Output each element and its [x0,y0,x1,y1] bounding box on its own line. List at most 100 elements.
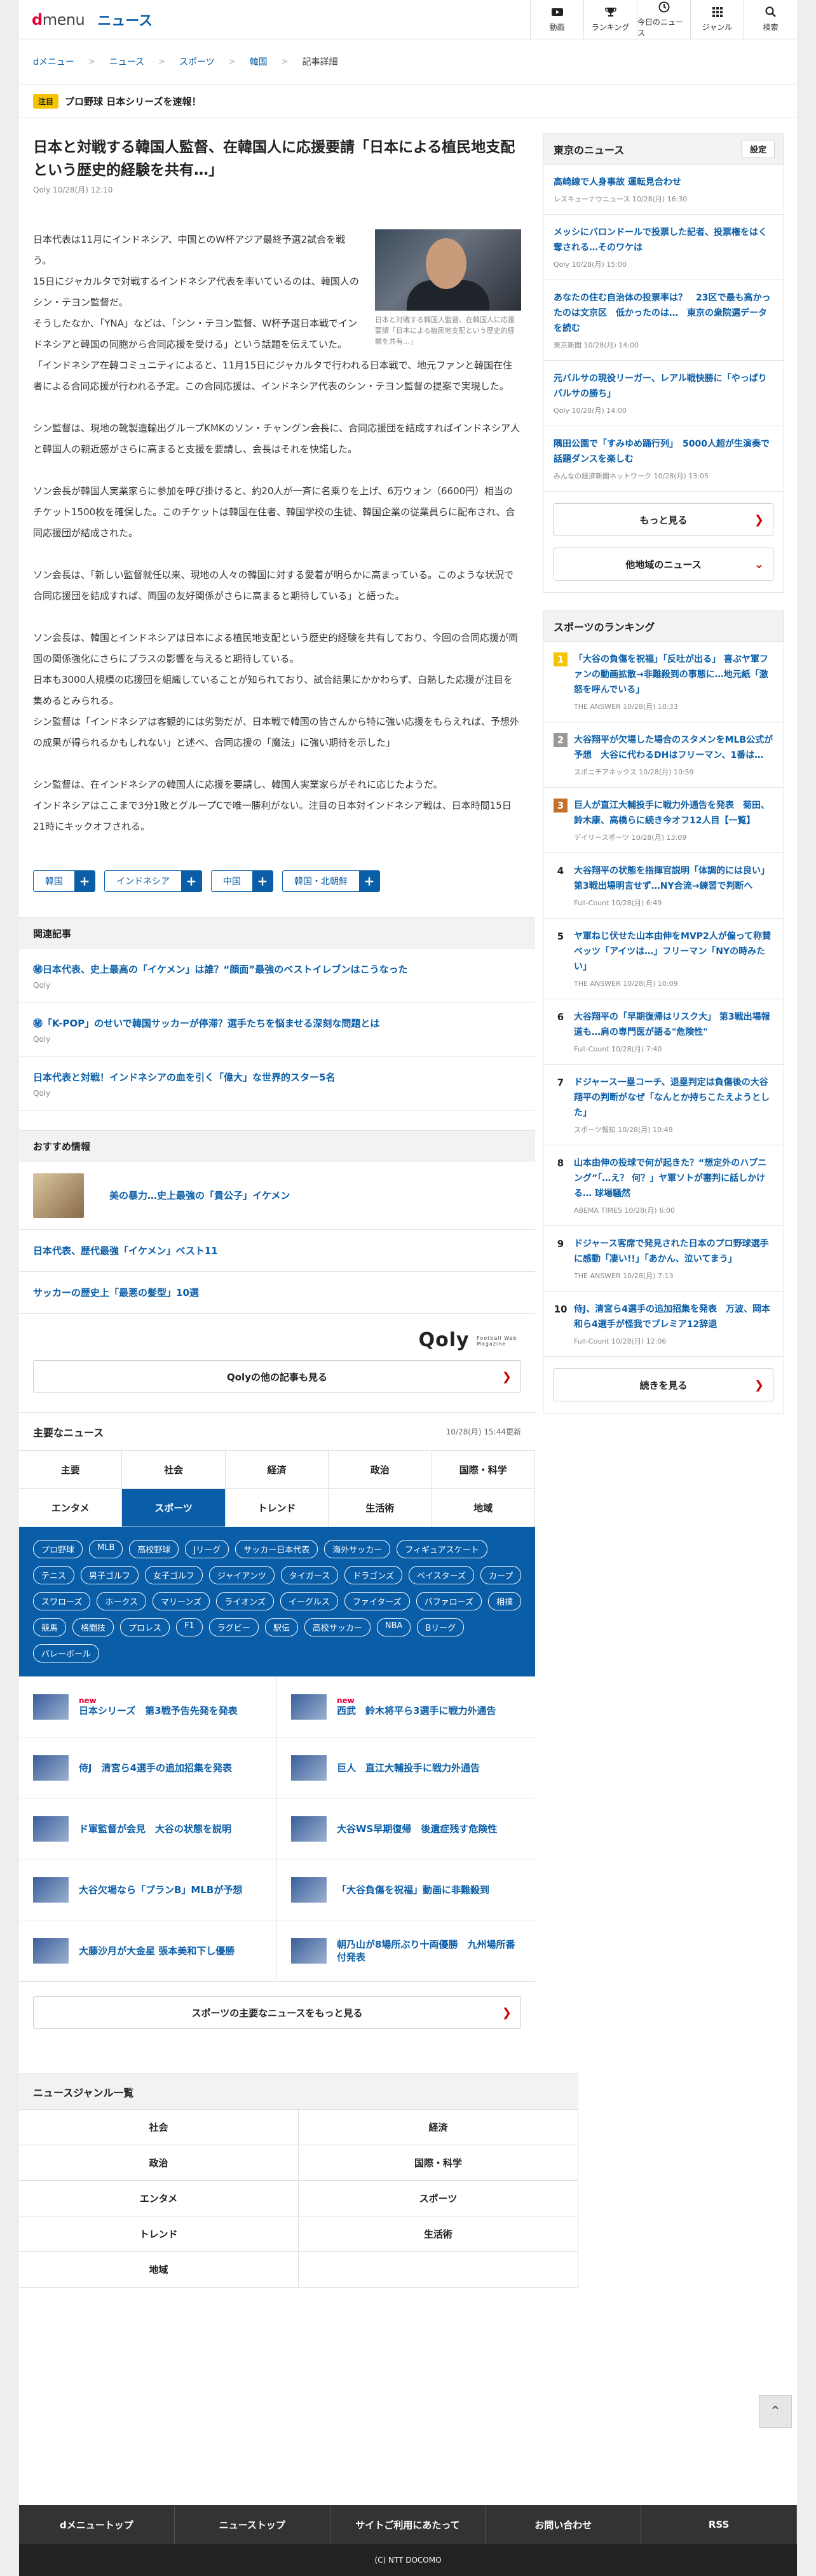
related-item[interactable]: ㊙「K-POP」のせいで韓国サッカーが停滞？選手たちを悩ませる深刻な問題とは Q… [19,1003,535,1057]
major-news-item[interactable]: new 日本シリーズ 第3戦予告先発を発表 [19,1676,277,1737]
major-news-title-text[interactable]: 大谷欠場なら「プランB」MLBが予想 [79,1884,242,1896]
subcategory-chip[interactable]: 高校野球 [129,1540,179,1558]
tab-society[interactable]: 社会 [122,1451,226,1489]
major-news-title-text[interactable]: 日本シリーズ 第3戦予告先発を発表 [79,1705,238,1716]
tag-korea[interactable]: 韓国 + [33,870,95,892]
tokyo-news-item[interactable]: メッシにバロンドールで投票した記者、投票権をはく奪される…そのワケは Qoly 1… [543,215,784,280]
ranking-item[interactable]: 8 山本由伸の投球で何が起きた？“想定外のハプニング”「…え？ 何？」ヤ軍ソトが審… [543,1145,784,1226]
ranking-body[interactable]: 「大谷の負傷を祝福」「反吐が出る」 喜ぶヤ軍ファンの動画拡散→非難殺到の事態に…… [574,652,773,711]
subcategory-chip[interactable]: MLB [89,1540,123,1558]
logo-area[interactable]: dmenu ニュース [19,10,153,30]
subcategory-chip[interactable]: ドラゴンズ [344,1566,402,1584]
breadcrumb-korea[interactable]: 韓国 [250,55,268,68]
ranking-title[interactable]: 巨人が直江大輔投手に戦力外通告を発表 菊田、鈴木康、高橋らに続き今オフ12人目【… [574,798,773,828]
footer-link[interactable]: サイトご利用にあたって [330,2505,486,2544]
related-item-title[interactable]: ㊙「K-POP」のせいで韓国サッカーが停滞？選手たちを悩ませる深刻な問題とは [33,1016,521,1031]
ranking-title[interactable]: 大谷翔平が欠場した場合のスタメンをMLB公式が予想 大谷に代わるDHはフリーマン… [574,732,773,763]
related-item[interactable]: 日本代表と対戦！インドネシアの血を引く「偉大」な世界的スター5名 Qoly [19,1057,535,1111]
major-news-item[interactable]: 大谷欠場なら「プランB」MLBが予想 [19,1859,277,1920]
recommend-item[interactable]: サッカーの歴史上「最悪の髪型」10選 [19,1272,535,1314]
tab-trend[interactable]: トレンド [225,1489,329,1527]
qoly-more-button[interactable]: Qolyの他の記事も見る ❯ [33,1360,521,1393]
subcategory-chip[interactable]: 女子ゴルフ [145,1566,203,1584]
tab-international[interactable]: 国際・科学 [432,1451,535,1489]
subcategory-chip[interactable]: 高校サッカー [304,1618,371,1636]
ranking-body[interactable]: 大谷翔平が欠場した場合のスタメンをMLB公式が予想 大谷に代わるDHはフリーマン… [574,732,773,777]
related-item-title[interactable]: ㊙日本代表、史上最高の「イケメン」は誰？“顔面”最強のベストイレブンはこうなった [33,962,521,977]
genre-item[interactable]: 国際・科学 [299,2145,578,2181]
tag-indonesia[interactable]: インドネシア + [104,870,202,892]
major-news-title[interactable]: 巨人 直江大輔投手に戦力外通告 [337,1762,480,1774]
ranking-item[interactable]: 5 ヤ軍ねじ伏せた山本由伸をMVP2人が偏って称賛 ベッツ「アイツは…」フリーマン… [543,919,784,999]
ranking-body[interactable]: 巨人が直江大輔投手に戦力外通告を発表 菊田、鈴木康、高橋らに続き今オフ12人目【… [574,798,773,842]
major-news-title-text[interactable]: 巨人 直江大輔投手に戦力外通告 [337,1762,480,1774]
footer-link[interactable]: RSS [641,2505,797,2544]
major-news-item[interactable]: 大藤沙月が大金星 張本美和下し優勝 [19,1920,277,1981]
breadcrumb-news[interactable]: ニュース [109,55,144,68]
ranking-title[interactable]: ドジャース一塁コーチ、退塁判定は負傷後の大谷翔平の判断がなぜ「なんとか持ちこたえ… [574,1075,773,1121]
tag-korea-northkorea[interactable]: 韓国・北朝鮮 + [282,870,380,892]
breadcrumb-sports[interactable]: スポーツ [179,55,215,68]
major-news-item[interactable]: 朝乃山が8場所ぶり十両優勝 九州場所番付発表 [277,1920,535,1981]
tokyo-news-item[interactable]: 高崎線で人身事故 運転見合わせ レスキューナウニュース 10/28(月) 16:3… [543,165,784,215]
footer-link[interactable]: お問い合わせ [486,2505,642,2544]
news-thumbnail[interactable] [291,1816,327,1842]
article-figure[interactable]: 日本と対戦する韓国人監督、在韓国人に応援要請「日本による植民地支配という歴史的経… [375,229,521,347]
breadcrumb-dmenu[interactable]: dメニュー [33,55,74,68]
major-news-title-text[interactable]: 侍J 清宮ら4選手の追加招集を発表 [79,1762,232,1774]
major-news-title[interactable]: 大谷欠場なら「プランB」MLBが予想 [79,1884,242,1896]
ranking-item[interactable]: 2 大谷翔平が欠場した場合のスタメンをMLB公式が予想 大谷に代わるDHはフリーマ… [543,722,784,788]
subcategory-chip[interactable]: ホークス [97,1592,146,1610]
subcategory-chip[interactable]: 相撲 [488,1592,522,1610]
major-news-item[interactable]: ド軍監督が会見 大谷の状態を説明 [19,1798,277,1859]
tab-politics[interactable]: 政治 [329,1451,432,1489]
footer-link[interactable]: ニューストップ [175,2505,330,2544]
subcategory-chip[interactable]: プロレス [120,1618,170,1636]
major-news-item[interactable]: 巨人 直江大輔投手に戦力外通告 [277,1737,535,1798]
subcategory-chip[interactable]: Bリーグ [417,1618,465,1636]
ranking-body[interactable]: 侍J、清宮ら4選手の追加招集を発表 万波、岡本和ら4選手が怪我でプレミア12辞退… [574,1302,773,1346]
ranking-title[interactable]: 「大谷の負傷を祝福」「反吐が出る」 喜ぶヤ軍ファンの動画拡散→非難殺到の事態に…… [574,652,773,698]
subcategory-chip[interactable]: フィギュアスケート [397,1540,487,1558]
dmenu-logo[interactable]: dmenu [32,11,85,29]
major-news-title[interactable]: ド軍監督が会見 大谷の状態を説明 [79,1823,231,1835]
subcategory-chip[interactable]: 競馬 [33,1618,67,1636]
tab-lifestyle[interactable]: 生活術 [329,1489,432,1527]
subcategory-chip[interactable]: テニス [33,1566,75,1584]
major-news-title[interactable]: 大藤沙月が大金星 張本美和下し優勝 [79,1945,235,1957]
nav-today[interactable]: 今日のニュース [637,0,690,39]
ranking-title[interactable]: 侍J、清宮ら4選手の追加招集を発表 万波、岡本和ら4選手が怪我でプレミア12辞退 [574,1302,773,1332]
subcategory-chip[interactable]: イーグルス [280,1592,338,1610]
tab-economy[interactable]: 経済 [225,1451,329,1489]
tokyo-news-item[interactable]: 元バルサの現役リーガー、レアル戦快勝に「やっぱりバルサの勝ち」 Qoly 10/2… [543,361,784,426]
subcategory-chip[interactable]: Jリーグ [185,1540,229,1558]
news-thumbnail[interactable] [33,1755,69,1781]
subcategory-chip[interactable]: 海外サッカー [324,1540,391,1558]
nav-genre[interactable]: ジャンル [690,0,744,39]
subcategory-chip[interactable]: ラグビー [208,1618,259,1636]
major-news-item[interactable]: new 西武 鈴木将平ら3選手に戦力外通告 [277,1676,535,1737]
news-thumbnail[interactable] [33,1694,69,1720]
genre-item[interactable]: 経済 [299,2110,578,2145]
major-news-item[interactable]: 大谷WS早期復帰 後遺症残す危険性 [277,1798,535,1859]
genre-item[interactable]: スポーツ [299,2181,578,2216]
news-thumbnail[interactable] [291,1694,327,1720]
recommend-top-title[interactable]: 美の暴力…史上最強の「貴公子」イケメン [109,1189,290,1202]
major-news-title-text[interactable]: 「大谷負傷を祝福」動画に非難殺到 [337,1884,489,1896]
plus-icon[interactable]: + [252,871,273,891]
news-thumbnail[interactable] [33,1816,69,1842]
related-item-title[interactable]: 日本代表と対戦！インドネシアの血を引く「偉大」な世界的スター5名 [33,1070,521,1085]
tab-entertainment[interactable]: エンタメ [19,1489,123,1527]
nav-ranking[interactable]: ランキング [583,0,637,39]
news-section-title[interactable]: ニュース [97,10,153,30]
ranking-item[interactable]: 6 大谷翔平の「早期復帰はリスク大」 第3戦出場報道も…肩の専門医が語る"危険性"… [543,999,784,1065]
tokyo-news-item[interactable]: 隅田公園で「すみゆめ踊行列」 5000人超が生演奏で話題ダンスを楽しむ みんなの経… [543,426,784,492]
news-thumbnail[interactable] [291,1755,327,1781]
subcategory-chip[interactable]: NBA [376,1618,411,1636]
ranking-body[interactable]: ドジャース客席で発見された日本のプロ野球選手に感動「凄い!!」「あかん、泣いてま… [574,1236,773,1281]
ranking-body[interactable]: ヤ軍ねじ伏せた山本由伸をMVP2人が偏って称賛 ベッツ「アイツは…」フリーマン「… [574,929,780,988]
subcategory-chip[interactable]: バファローズ [416,1592,482,1610]
subcategory-chip[interactable]: 格闘技 [72,1618,114,1636]
subcategory-chip[interactable]: カープ [480,1566,522,1584]
nav-search[interactable]: 検索 [744,0,797,39]
